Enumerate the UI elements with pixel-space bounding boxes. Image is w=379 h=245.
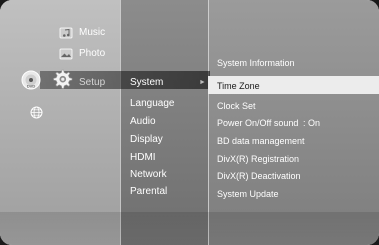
column-divider <box>208 0 209 245</box>
option-time-zone[interactable]: Time Zone <box>208 76 379 94</box>
photo-icon <box>59 48 73 60</box>
sub-menu-item-network[interactable]: Network <box>130 169 167 181</box>
disc-dvd-icon: DVD <box>21 70 41 90</box>
home-menu-screen: Music Photo DVD Setup System ► Language … <box>0 0 379 245</box>
sub-menu-item-parental[interactable]: Parental <box>130 186 167 198</box>
sub-menu-item-display[interactable]: Display <box>130 134 163 146</box>
svg-text:DVD: DVD <box>27 84 36 89</box>
sub-menu-item-audio[interactable]: Audio <box>130 116 156 128</box>
option-value: : On <box>303 118 321 128</box>
option-divx-deactivation[interactable]: DivX(R) Deactivation <box>217 170 301 182</box>
option-system-information[interactable]: System Information <box>217 57 295 69</box>
option-clock-set[interactable]: Clock Set <box>217 100 256 112</box>
main-menu-label: Music <box>79 27 106 38</box>
sub-menu-item-language[interactable]: Language <box>130 98 175 110</box>
sub-menu-item-system[interactable]: System <box>130 77 163 89</box>
main-menu-label: Setup <box>79 77 106 88</box>
option-label: Time Zone <box>217 81 260 91</box>
gear-icon <box>53 69 73 89</box>
arrow-right-icon: ► <box>199 79 206 86</box>
bottom-band <box>0 212 379 245</box>
option-label: Power On/Off sound <box>217 118 299 128</box>
option-bd-data-management[interactable]: BD data management <box>217 135 305 147</box>
sub-menu-item-hdmi[interactable]: HDMI <box>130 152 156 164</box>
globe-icon <box>30 106 43 119</box>
option-divx-registration[interactable]: DivX(R) Registration <box>217 153 299 165</box>
music-note-icon <box>59 27 73 39</box>
main-menu-label: Photo <box>79 48 106 59</box>
column-divider <box>120 0 121 245</box>
option-system-update[interactable]: System Update <box>217 188 279 200</box>
